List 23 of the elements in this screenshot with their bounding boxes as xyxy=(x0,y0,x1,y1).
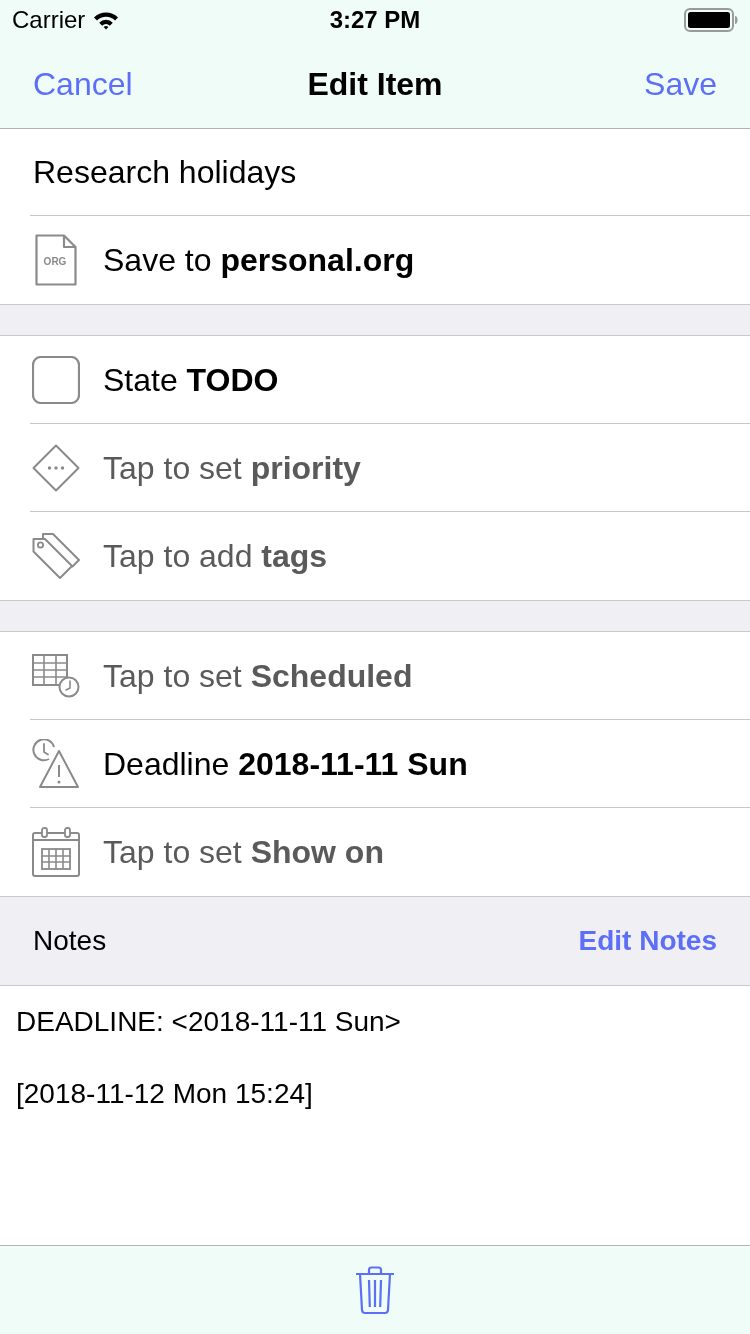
checkbox-icon[interactable] xyxy=(32,355,80,404)
clock-warning-icon xyxy=(32,738,80,789)
notes-heading: Notes xyxy=(33,924,107,958)
cancel-button[interactable]: Cancel xyxy=(33,68,133,100)
notes-line: [2018-11-12 Mon 15:24] xyxy=(16,1077,313,1111)
document-icon: ORG xyxy=(35,234,77,286)
diamond-icon xyxy=(32,443,80,492)
wifi-icon xyxy=(93,10,120,30)
delete-button[interactable] xyxy=(355,1265,395,1315)
calendar-icon xyxy=(32,827,80,877)
save-button[interactable]: Save xyxy=(644,68,717,100)
battery-icon xyxy=(684,8,738,32)
status-time: 3:27 PM xyxy=(329,8,421,32)
tags-row[interactable]: Tap to add tags xyxy=(30,512,750,600)
tag-icon xyxy=(32,532,80,580)
edit-notes-button[interactable]: Edit Notes xyxy=(578,920,717,962)
show-on-row[interactable]: Tap to set Show on xyxy=(30,808,750,896)
nav-title: Edit Item xyxy=(307,68,443,100)
save-location-row[interactable]: ORG Save to personal.org xyxy=(30,216,750,304)
notes-line: DEADLINE: <2018-11-11 Sun> xyxy=(16,1005,401,1039)
calendar-clock-icon xyxy=(32,653,80,698)
trash-icon xyxy=(355,1265,395,1315)
carrier-label: Carrier xyxy=(12,8,86,32)
